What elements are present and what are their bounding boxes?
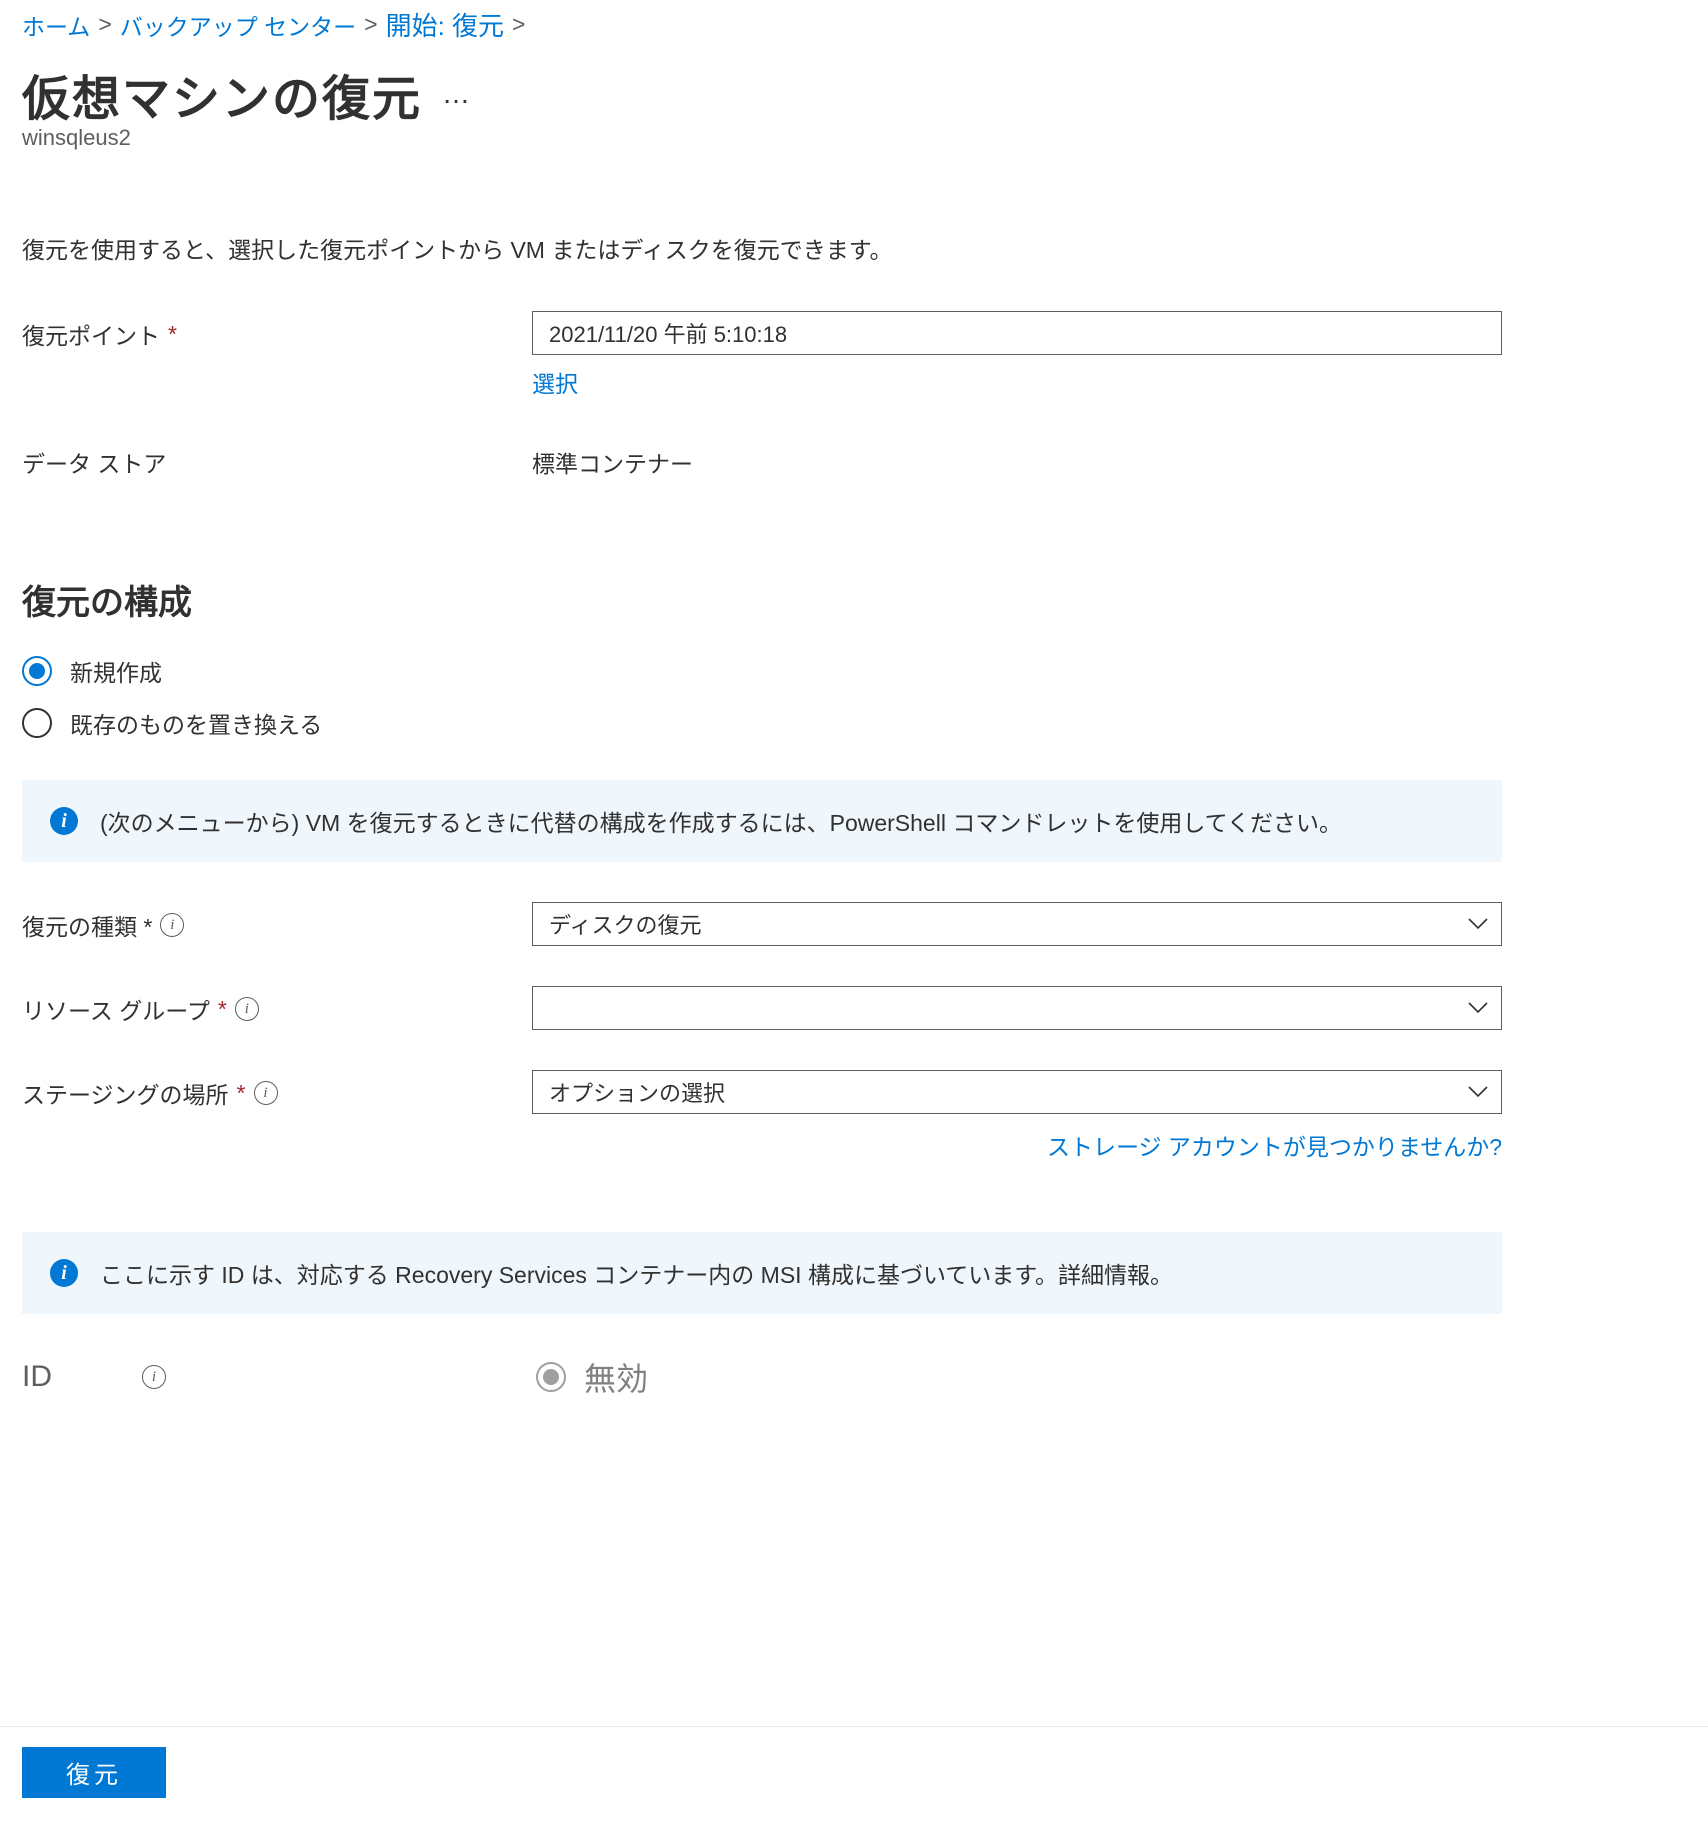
info-icon[interactable]: i bbox=[160, 913, 184, 937]
required-indicator: * bbox=[218, 996, 227, 1023]
radio-create-new[interactable]: 新規作成 bbox=[22, 654, 1686, 688]
info-icon[interactable]: i bbox=[254, 1081, 278, 1105]
radio-disabled-icon bbox=[536, 1362, 566, 1392]
data-store-label: データ ストア bbox=[22, 439, 532, 479]
radio-replace-existing[interactable]: 既存のものを置き換える bbox=[22, 706, 1686, 740]
breadcrumb: ホーム > バックアップ センター > 開始: 復元 > bbox=[22, 0, 1686, 47]
restore-button[interactable]: 復元 bbox=[22, 1747, 166, 1798]
data-store-value: 標準コンテナー bbox=[532, 439, 1502, 479]
chevron-right-icon: > bbox=[98, 11, 111, 38]
info-text: (次のメニューから) VM を復元するときに代替の構成を作成するには、Power… bbox=[100, 804, 1342, 838]
footer: 復元 bbox=[0, 1726, 1708, 1822]
staging-location-select[interactable] bbox=[532, 1070, 1502, 1114]
staging-location-label: ステージングの場所* i bbox=[22, 1070, 532, 1110]
info-powershell: i (次のメニューから) VM を復元するときに代替の構成を作成するには、Pow… bbox=[22, 780, 1502, 862]
info-text: ここに示す ID は、対応する Recovery Services コンテナー内… bbox=[100, 1256, 1173, 1290]
id-disabled-radio: 無効 bbox=[536, 1354, 648, 1400]
restore-config-radio-group: 新規作成 既存のものを置き換える bbox=[22, 654, 1686, 740]
chevron-right-icon: > bbox=[512, 11, 525, 38]
id-value: 無効 bbox=[584, 1354, 648, 1400]
resource-group-select[interactable] bbox=[532, 986, 1502, 1030]
info-icon: i bbox=[50, 1259, 78, 1287]
restore-point-label: 復元ポイント * bbox=[22, 311, 532, 351]
required-indicator: * bbox=[237, 1080, 246, 1107]
breadcrumb-home[interactable]: ホーム bbox=[22, 8, 90, 42]
breadcrumb-backup-center[interactable]: バックアップ センター bbox=[120, 8, 356, 42]
info-icon[interactable]: i bbox=[235, 997, 259, 1021]
required-indicator: * bbox=[168, 321, 177, 348]
id-label: ID bbox=[22, 1360, 142, 1394]
storage-account-link[interactable]: ストレージ アカウントが見つかりませんか? bbox=[1047, 1134, 1502, 1160]
restore-type-select[interactable] bbox=[532, 902, 1502, 946]
radio-unselected-icon bbox=[22, 708, 52, 738]
info-msi: i ここに示す ID は、対応する Recovery Services コンテナ… bbox=[22, 1232, 1502, 1314]
info-icon: i bbox=[50, 807, 78, 835]
radio-selected-icon bbox=[22, 656, 52, 686]
page-description: 復元を使用すると、選択した復元ポイントから VM またはディスクを復元できます。 bbox=[22, 231, 1686, 265]
restore-config-header: 復元の構成 bbox=[22, 575, 1686, 624]
restore-point-input[interactable] bbox=[532, 311, 1502, 355]
select-restore-point-link[interactable]: 選択 bbox=[532, 365, 578, 399]
chevron-right-icon: > bbox=[364, 11, 377, 38]
more-menu-icon[interactable]: … bbox=[442, 78, 472, 110]
breadcrumb-current: 開始: 復元 bbox=[386, 6, 504, 43]
resource-group-label: リソース グループ * i bbox=[22, 986, 532, 1026]
page-title: 仮想マシンの復元 bbox=[22, 59, 422, 129]
restore-type-label: 復元の種類 * i bbox=[22, 902, 532, 942]
info-icon[interactable]: i bbox=[142, 1365, 166, 1389]
